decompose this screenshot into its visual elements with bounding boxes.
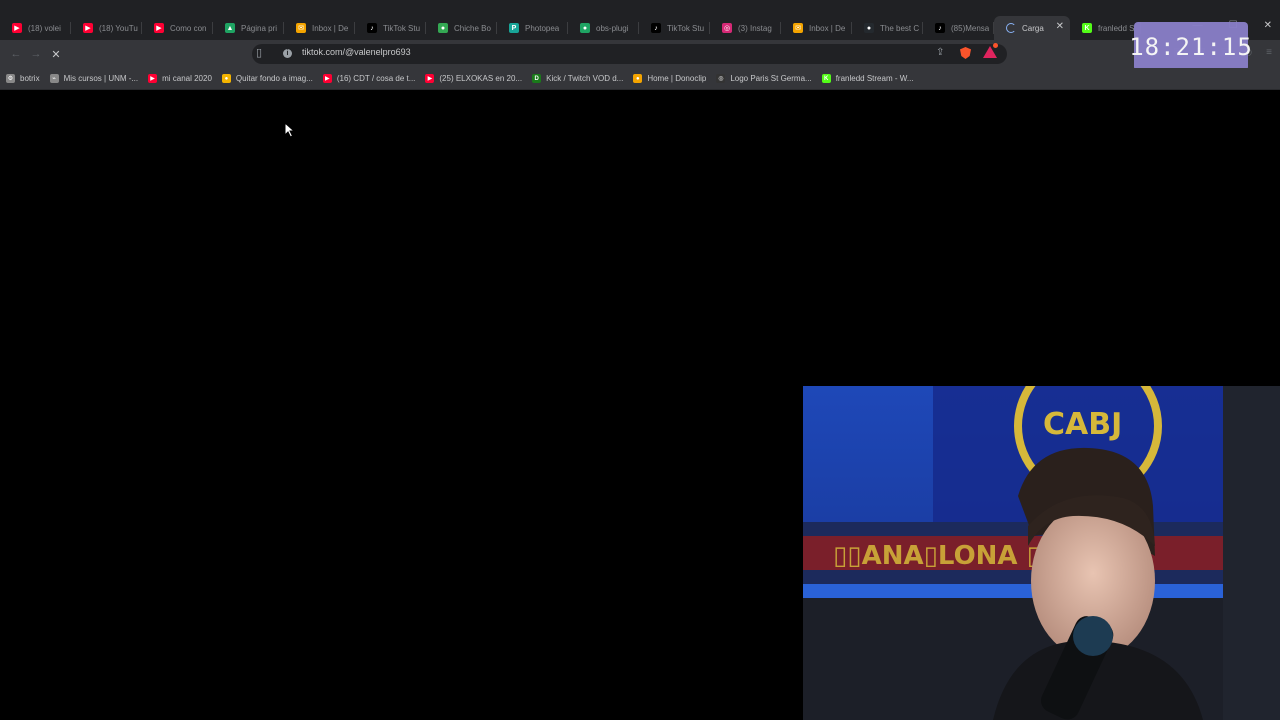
tab-3[interactable]: ▲ Página pri — [213, 16, 284, 40]
tab-label: The best C — [880, 23, 920, 33]
tab-5[interactable]: ♪ TikTok Stu — [355, 16, 426, 40]
clock-overlay: 18:21:15 — [1129, 22, 1252, 71]
tab-4[interactable]: ✉ Inbox | De — [284, 16, 355, 40]
bookmark-item[interactable]: ⚙ botrix — [6, 74, 40, 83]
youtube-icon: ▶ — [322, 74, 332, 83]
tab-label: TikTok Stu — [383, 23, 421, 33]
tab-6[interactable]: ● Chiche Bo — [426, 16, 497, 40]
mouse-cursor-icon — [284, 122, 296, 138]
youtube-icon: ▶ — [154, 23, 164, 33]
bookmark-label: Logo Paris St Germa... — [730, 74, 812, 83]
tab-list: ▶ (18) volei ▶ (18) YouTu ▶ Como con ▲ Página p… — [0, 16, 1141, 40]
tab-label: Como con — [170, 23, 207, 33]
donoclip-icon: ● — [633, 74, 643, 83]
bookmark-item[interactable]: ▶ mi canal 2020 — [148, 74, 212, 83]
close-window-icon[interactable]: ✕ — [1264, 20, 1272, 31]
youtube-icon: ▶ — [425, 74, 435, 83]
bookmark-item[interactable]: ⌁ Mis cursos | UNM -... — [49, 74, 139, 83]
stop-loading-icon[interactable]: ✕ — [48, 46, 64, 62]
bookmark-label: (16) CDT / cosa de t... — [336, 74, 416, 83]
tab-label: Carga — [1022, 23, 1044, 33]
bookmark-label: (25) ELXOKAS en 20... — [439, 74, 523, 83]
tiktok-icon: ♪ — [367, 23, 377, 33]
tab-12[interactable]: ● The best C — [852, 16, 923, 40]
tab-9[interactable]: ♪ TikTok Stu — [639, 16, 710, 40]
site-info-icon[interactable]: i — [283, 49, 292, 58]
bookmark-item[interactable]: ▶ (16) CDT / cosa de t... — [322, 74, 416, 83]
tiktok-icon: ♪ — [935, 23, 945, 33]
bookmarks-bar: ⚙ botrix ⌁ Mis cursos | UNM -... ▶ mi canal 2… — [0, 68, 1280, 90]
removebg-icon: ● — [221, 74, 231, 83]
tab-label: franledd S — [1098, 23, 1135, 33]
obs-icon: ● — [580, 23, 590, 33]
tab-label: (3) Instag — [738, 23, 772, 33]
maps-pin-icon: ● — [438, 23, 448, 33]
youtube-icon: ▶ — [12, 23, 22, 33]
kick-icon: D — [532, 74, 542, 83]
tab-10[interactable]: ◎ (3) Instag — [710, 16, 781, 40]
tab-7[interactable]: P Photopea — [497, 16, 568, 40]
tab-label: (18) YouTu — [99, 23, 138, 33]
webcam-person-image: CABJ ▯▯ANA▯LONA ▯C — [803, 386, 1280, 720]
bookmark-label: mi canal 2020 — [162, 74, 212, 83]
tab-strip: ▶ (18) volei ▶ (18) YouTu ▶ Como con ▲ Página p… — [0, 0, 1280, 40]
youtube-icon: ▶ — [148, 74, 158, 83]
tab-label: Inbox | De — [809, 23, 846, 33]
tiktok-icon: ♪ — [651, 23, 661, 33]
tab-0[interactable]: ▶ (18) volei — [0, 16, 71, 40]
youtube-icon: ▶ — [83, 23, 93, 33]
menu-icon[interactable]: ≡ — [1266, 47, 1272, 58]
kick-icon: K — [821, 74, 831, 83]
bookmark-item[interactable]: ● Home | Donoclip — [633, 74, 706, 83]
loading-spinner-icon — [1006, 23, 1016, 33]
bookmark-label: Quitar fondo a imag... — [235, 74, 313, 83]
bookmark-label: Home | Donoclip — [647, 74, 707, 83]
tab-2[interactable]: ▶ Como con — [142, 16, 213, 40]
bookmark-item[interactable]: ● Quitar fondo a imag... — [221, 74, 313, 83]
tab-1[interactable]: ▶ (18) YouTu — [71, 16, 142, 40]
close-tab-icon[interactable]: ✕ — [1056, 21, 1064, 32]
back-arrow-icon[interactable]: ← — [8, 46, 24, 62]
forward-arrow-icon[interactable]: → — [28, 46, 44, 62]
tab-label: Página pri — [241, 23, 278, 33]
tab-11[interactable]: ✉ Inbox | De — [781, 16, 852, 40]
tab-14[interactable]: Carga ✕ — [994, 16, 1070, 40]
bookmark-label: Kick / Twitch VOD d... — [546, 74, 624, 83]
tab-label: TikTok Stu — [667, 23, 705, 33]
bookmark-item[interactable]: Kfranledd Stream - W... — [821, 74, 914, 83]
tab-13[interactable]: ♪ (85)Mensa — [923, 16, 994, 40]
instagram-icon: ◎ — [722, 23, 732, 33]
tab-label: Chiche Bo — [454, 23, 491, 33]
bookmark-item[interactable]: D Kick / Twitch VOD d... — [532, 74, 623, 83]
svg-text:▯▯ANA▯LONA ▯C: ▯▯ANA▯LONA ▯C — [833, 541, 1060, 571]
bookmark-label: franledd Stream - W... — [835, 74, 914, 83]
tab-8[interactable]: ● obs-plugi — [568, 16, 639, 40]
google-drive-icon: ▲ — [225, 23, 235, 33]
github-icon: ● — [864, 23, 874, 33]
bookmark-item[interactable]: ▶ (25) ELXOKAS en 20... — [425, 74, 522, 83]
bookmark-label: Mis cursos | UNM -... — [63, 74, 139, 83]
tab-label: obs-plugi — [596, 23, 629, 33]
tab-label: Photopea — [525, 23, 560, 33]
share-icon[interactable]: ⇪ — [936, 47, 944, 58]
mail-icon: ✉ — [793, 23, 803, 33]
tab-label: Inbox | De — [312, 23, 349, 33]
bookmark-icon[interactable]: ▯ — [256, 46, 268, 60]
psg-icon: ◎ — [716, 74, 726, 83]
photopea-icon: P — [509, 23, 519, 33]
brave-rewards-icon[interactable] — [983, 43, 998, 58]
settings-icon: ⚙ — [6, 74, 15, 83]
tab-label: (18) volei — [28, 23, 61, 33]
tab-label: (85)Mensa — [951, 23, 990, 33]
svg-text:CABJ: CABJ — [1043, 407, 1122, 442]
kick-icon: K — [1082, 23, 1092, 33]
bookmark-label: botrix — [20, 74, 40, 83]
mail-icon: ✉ — [296, 23, 306, 33]
webcam-overlay: CABJ ▯▯ANA▯LONA ▯C — [803, 386, 1280, 720]
bookmark-item[interactable]: ◎ Logo Paris St Germa... — [716, 74, 812, 83]
link-icon: ⌁ — [49, 74, 59, 83]
url-text[interactable]: tiktok.com/@valenelpro693 — [302, 47, 411, 57]
